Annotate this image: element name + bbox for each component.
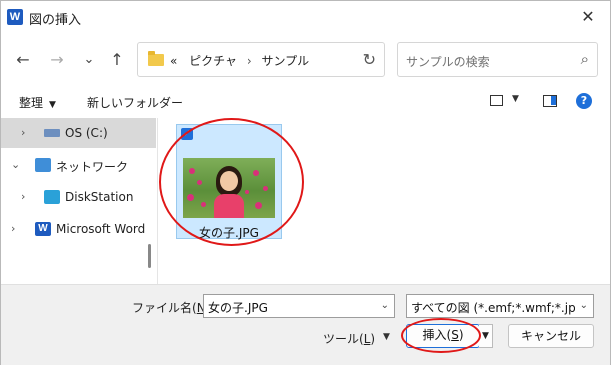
tree-item-label: DiskStation <box>65 190 134 204</box>
dialog-footer: ファイル名(N): 女の子.JPG ⌄ すべての図 (*.emf;*.wmf;*… <box>1 284 610 365</box>
forward-arrow-icon[interactable]: → <box>44 47 70 73</box>
tree-scrollbar[interactable] <box>148 244 151 268</box>
expand-chevron-icon[interactable]: › <box>21 190 25 203</box>
dialog-title: 図の挿入 <box>29 13 82 28</box>
navigation-tree: › OS (C:) ⌄ ネットワーク › DiskStation › W Mic… <box>1 118 158 284</box>
insert-picture-dialog: W 図の挿入 ✕ ← → ⌄ ↑ « ピクチャ › サンプル ↻ サンプルの検索… <box>0 0 611 365</box>
nas-icon <box>44 190 60 204</box>
word-icon: W <box>7 9 23 25</box>
organize-menu-button[interactable]: 整理 ▼ <box>19 94 56 111</box>
expand-chevron-icon[interactable]: › <box>21 126 25 139</box>
tree-item-os-c[interactable]: › OS (C:) <box>1 118 156 148</box>
preview-pane-icon[interactable] <box>543 95 557 107</box>
view-mode-icon[interactable] <box>490 95 503 106</box>
search-input[interactable]: サンプルの検索 ⌕ <box>397 42 598 77</box>
expand-chevron-icon[interactable]: › <box>11 222 15 235</box>
checkbox-checked-icon[interactable]: ✓ <box>181 128 193 140</box>
network-icon <box>35 158 51 172</box>
refresh-icon[interactable]: ↻ <box>363 50 376 69</box>
chevron-down-icon[interactable]: ⌄ <box>381 300 389 311</box>
filename-field[interactable]: 女の子.JPG ⌄ <box>203 294 395 318</box>
file-type-value: すべての図 (*.emf;*.wmf;*.jpg;*.jpeg <box>411 301 575 315</box>
tree-item-label: OS (C:) <box>65 126 108 140</box>
organize-label: 整理 <box>19 96 44 110</box>
cancel-button[interactable]: キャンセル <box>508 324 594 348</box>
file-item[interactable]: ✓ 女の子.JPG <box>176 124 282 240</box>
tree-item-label: ネットワーク <box>56 160 129 174</box>
tree-item-label: Microsoft Word <box>56 222 146 236</box>
tree-item-microsoft-word[interactable]: › W Microsoft Word <box>1 214 156 244</box>
word-icon: W <box>35 222 51 236</box>
breadcrumb-sample[interactable]: サンプル <box>262 54 310 68</box>
tools-caret-icon[interactable]: ▼ <box>383 332 390 342</box>
insert-button[interactable]: 挿入(S) <box>406 324 480 348</box>
close-icon[interactable]: ✕ <box>566 1 610 33</box>
title-bar: W 図の挿入 ✕ <box>1 1 610 33</box>
address-bar[interactable]: « ピクチャ › サンプル ↻ <box>137 42 385 77</box>
search-icon: ⌕ <box>580 50 589 68</box>
recent-locations-chevron-icon[interactable]: ⌄ <box>76 47 102 73</box>
drive-icon <box>44 129 60 137</box>
search-placeholder: サンプルの検索 <box>406 55 490 69</box>
tree-item-network[interactable]: ⌄ ネットワーク <box>1 150 156 180</box>
file-type-select[interactable]: すべての図 (*.emf;*.wmf;*.jpg;*.jpeg ⌄ <box>406 294 594 318</box>
folder-icon <box>148 51 164 66</box>
caret-down-icon: ▼ <box>49 100 56 110</box>
help-icon[interactable]: ? <box>576 93 592 109</box>
command-bar: 整理 ▼ 新しいフォルダー ▼ ? <box>1 88 610 116</box>
image-thumbnail <box>183 158 275 218</box>
up-arrow-icon[interactable]: ↑ <box>104 47 130 73</box>
filename-value: 女の子.JPG <box>208 301 268 315</box>
tree-item-diskstation[interactable]: › DiskStation <box>1 182 156 212</box>
back-arrow-icon[interactable]: ← <box>10 47 36 73</box>
chevron-down-icon[interactable]: ⌄ <box>577 300 588 311</box>
file-list: ✓ 女の子.JPG <box>159 118 610 284</box>
view-options-caret-icon[interactable]: ▼ <box>512 94 519 104</box>
insert-options-caret-icon[interactable]: ▼ <box>479 324 493 348</box>
breadcrumb-overflow[interactable]: « <box>170 54 177 68</box>
breadcrumb-pictures[interactable]: ピクチャ <box>181 54 237 68</box>
breadcrumb-separator: › <box>246 54 252 68</box>
file-name-label: 女の子.JPG <box>199 226 259 240</box>
navigation-bar: ← → ⌄ ↑ « ピクチャ › サンプル ↻ サンプルの検索 ⌕ <box>1 37 610 83</box>
new-folder-button[interactable]: 新しいフォルダー <box>87 94 183 111</box>
collapse-chevron-icon[interactable]: ⌄ <box>11 158 20 171</box>
breadcrumb: « ピクチャ › サンプル <box>170 52 309 69</box>
tools-button[interactable]: ツール(L) <box>323 330 375 347</box>
